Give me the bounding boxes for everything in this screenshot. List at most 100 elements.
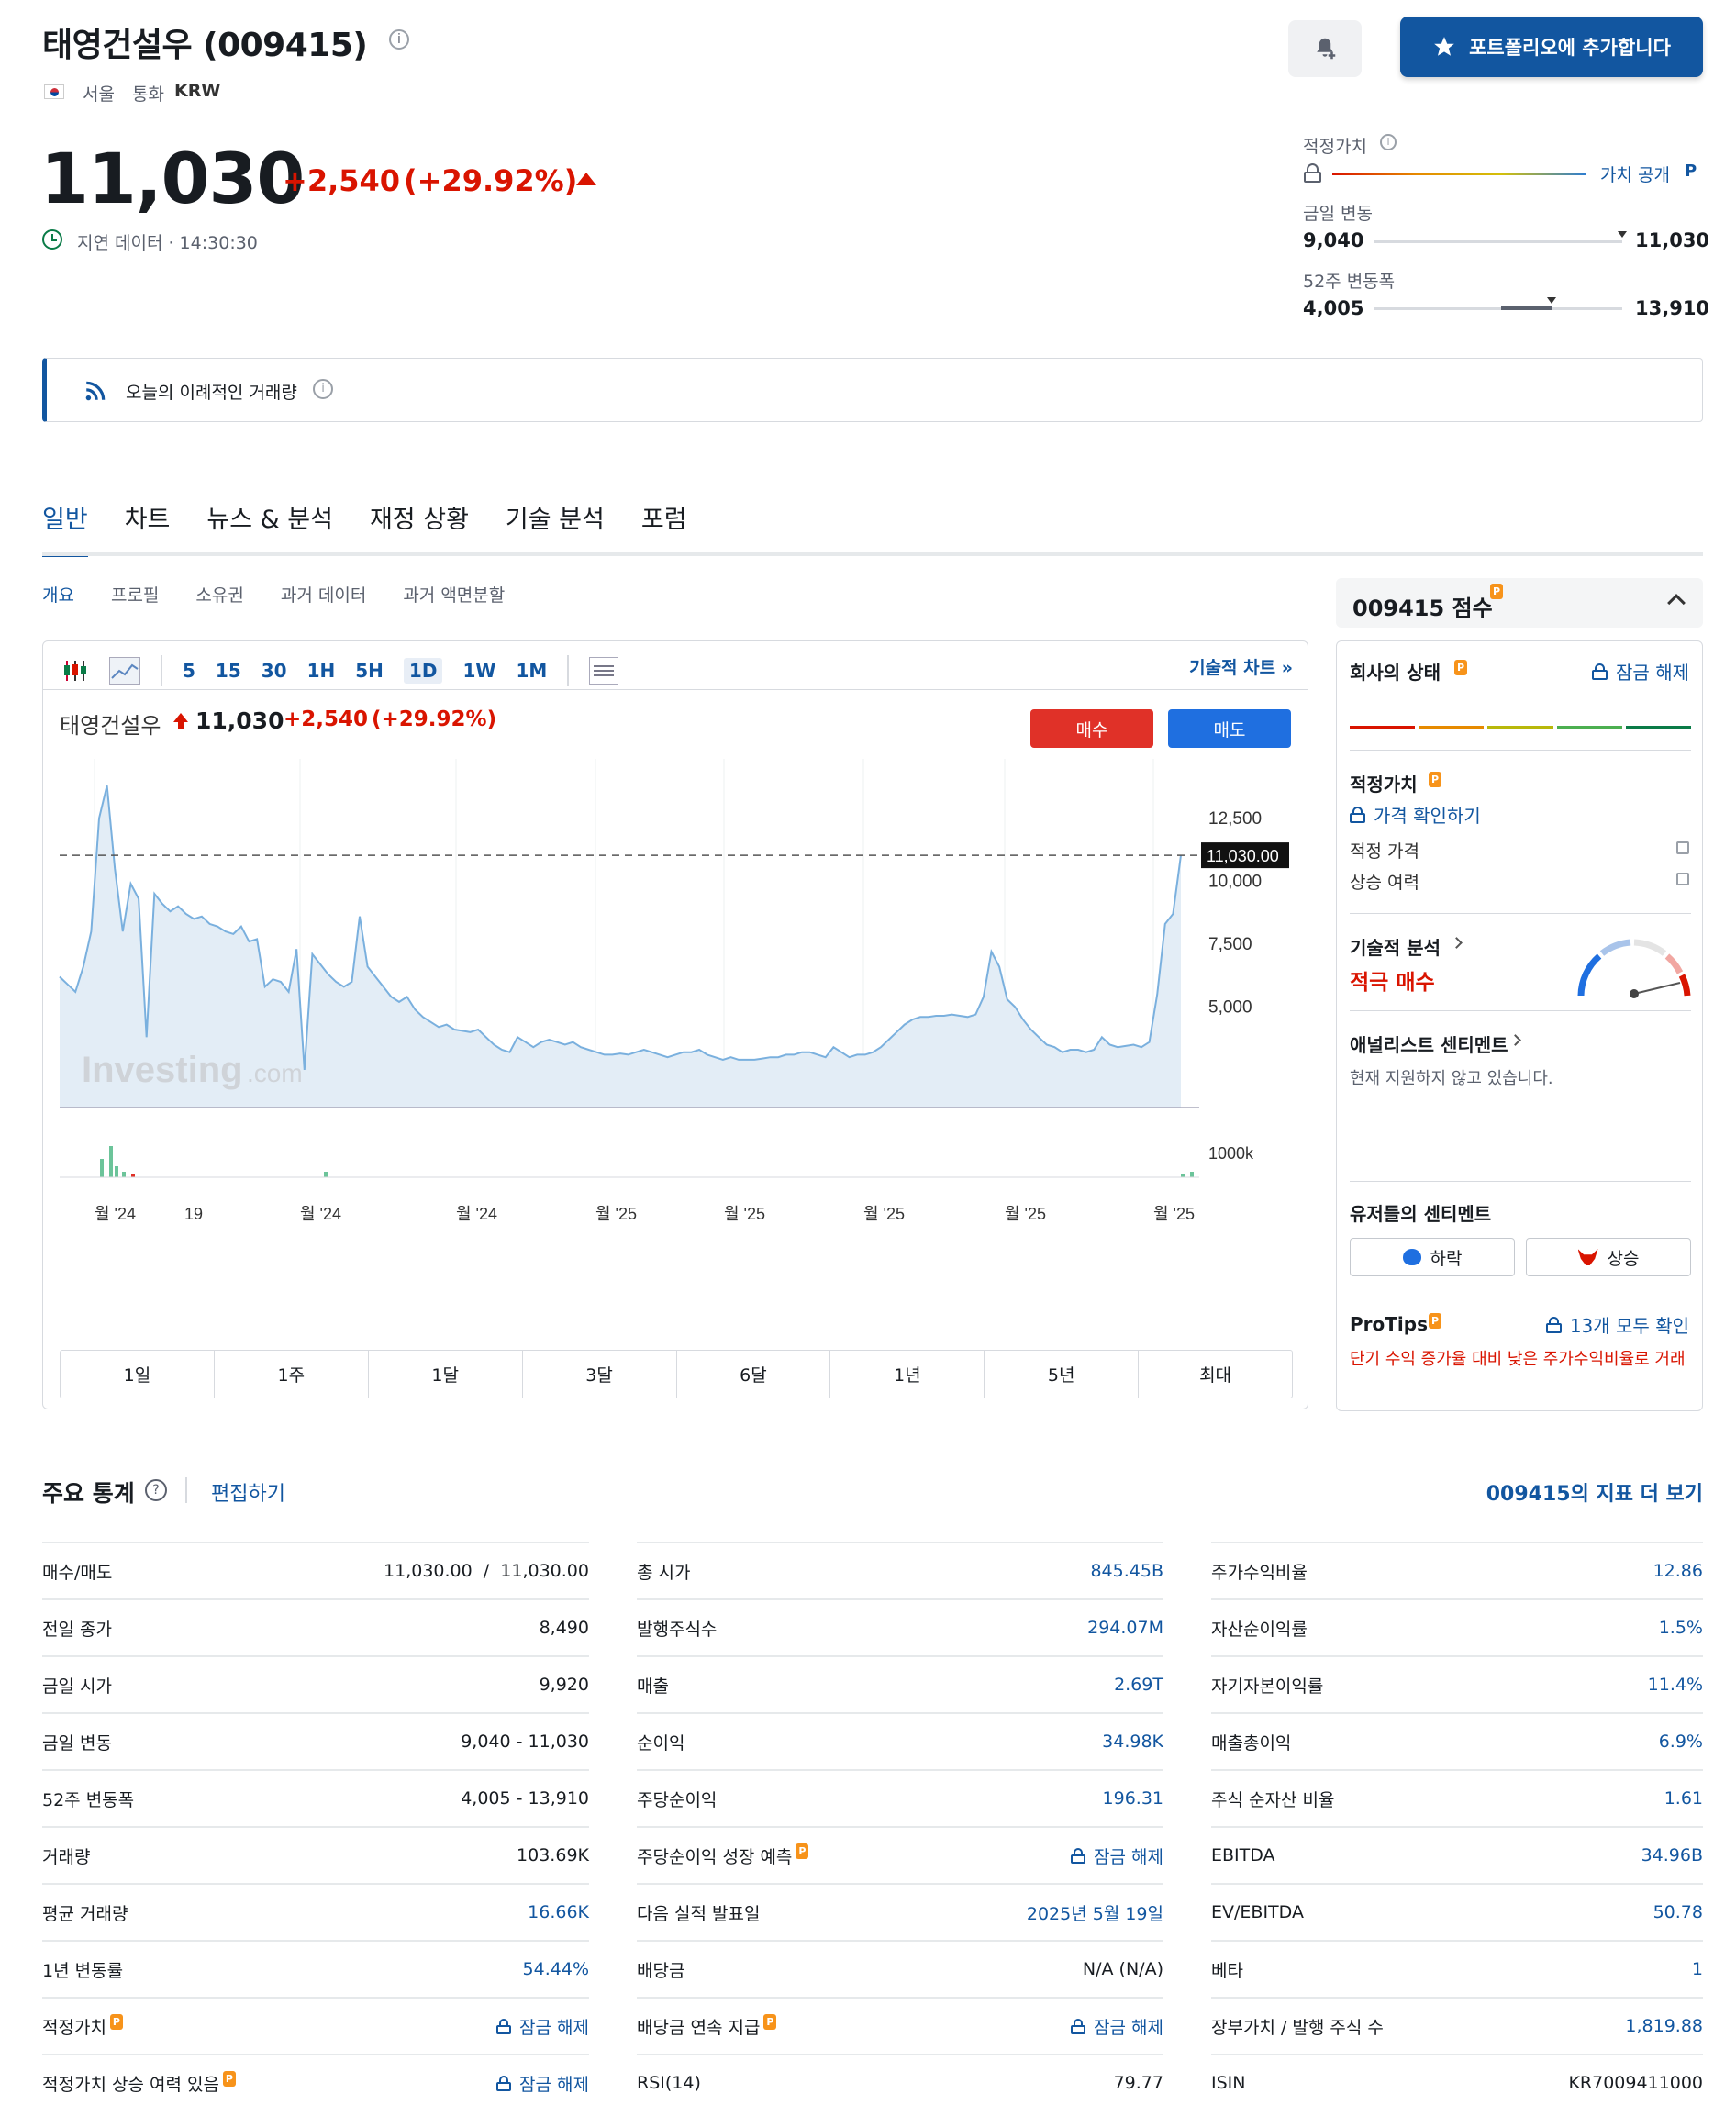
interval-1m[interactable]: 1M	[516, 660, 547, 682]
volume-bar	[1181, 1174, 1185, 1177]
tab-forum[interactable]: 포럼	[641, 499, 687, 555]
range-3m[interactable]: 3달	[523, 1351, 677, 1398]
lock-icon	[1303, 163, 1323, 184]
volume-bar	[131, 1174, 135, 1177]
chevron-right-icon[interactable]	[1509, 1034, 1521, 1046]
tab-general[interactable]: 일반	[42, 499, 88, 557]
table-view-icon[interactable]	[589, 657, 619, 685]
stat-label-text: 배당금 연속 지급	[637, 2017, 761, 2038]
range-5y[interactable]: 5년	[985, 1351, 1140, 1398]
stats-title: 주요 통계	[42, 1480, 135, 1507]
price-check-link[interactable]: 가격 확인하기	[1350, 801, 1481, 828]
score-header[interactable]: 009415 점수 P	[1336, 578, 1703, 628]
stat-row: 금일 변동 9,040 - 11,030	[42, 1712, 589, 1769]
week52-label: 52주 변동폭	[1303, 272, 1396, 292]
range-max[interactable]: 최대	[1139, 1351, 1292, 1398]
technical-label[interactable]: 기술적 분석	[1350, 933, 1441, 960]
interval-1h[interactable]: 1H	[307, 660, 336, 682]
volume-bar	[122, 1172, 126, 1177]
stat-value[interactable]: 1	[1692, 1959, 1703, 1979]
stat-value[interactable]: 16.66K	[528, 1902, 589, 1922]
subtab-historical-data[interactable]: 과거 데이터	[281, 582, 366, 607]
stat-value[interactable]: 잠금 해제	[1071, 2014, 1163, 2039]
tab-financials[interactable]: 재정 상황	[370, 499, 469, 555]
pro-icon: P	[1685, 161, 1697, 181]
stat-value[interactable]: 845.45B	[1090, 1561, 1163, 1581]
stat-value[interactable]: 1,819.88	[1625, 2016, 1703, 2036]
stat-label: 자기자본이익률	[1211, 1673, 1323, 1698]
chevron-up-icon[interactable]	[1667, 594, 1686, 612]
health-unlock-link[interactable]: 잠금 해제	[1592, 658, 1689, 685]
stat-label-text: 평균 거래량	[42, 1903, 128, 1924]
stat-value[interactable]: 11.4%	[1648, 1675, 1703, 1695]
info-icon[interactable]: i	[313, 379, 333, 399]
stat-row: EV/EBITDA 50.78	[1211, 1883, 1703, 1940]
subtab-profile[interactable]: 프로필	[111, 582, 159, 607]
delay-text: 지연 데이터 · 14:30:30	[77, 233, 258, 253]
range-1y[interactable]: 1년	[830, 1351, 985, 1398]
stat-value[interactable]: 1.61	[1664, 1788, 1703, 1809]
add-to-portfolio-button[interactable]: 포트폴리오에 추가합니다	[1400, 17, 1703, 77]
stat-value[interactable]: 12.86	[1653, 1561, 1703, 1581]
range-1w[interactable]: 1주	[215, 1351, 369, 1398]
stat-value[interactable]: 잠금 해제	[1071, 1843, 1163, 1868]
stat-value-text: 50.78	[1653, 1902, 1703, 1922]
price-change: +2,540	[283, 163, 401, 198]
lock-icon	[496, 2018, 512, 2034]
unusual-volume-banner[interactable]: 오늘의 이례적인 거래량 i	[42, 358, 1703, 422]
protips-all-link[interactable]: 13개 모두 확인	[1545, 1311, 1689, 1338]
stat-value[interactable]: 2025년 5월 19일	[1027, 1900, 1163, 1925]
interval-15[interactable]: 15	[216, 660, 241, 682]
tab-news[interactable]: 뉴스 & 분석	[206, 499, 333, 555]
technical-value: 적극 매수	[1350, 971, 1435, 995]
reveal-value-link[interactable]: 가치 공개	[1600, 161, 1670, 186]
stat-value[interactable]: 196.31	[1103, 1788, 1163, 1809]
more-metrics-link[interactable]: 009415의 지표 더 보기	[1486, 1477, 1703, 1507]
line-chart-icon[interactable]	[109, 657, 140, 685]
subtab-ownership[interactable]: 소유권	[195, 582, 243, 607]
bearish-button[interactable]: 하락	[1350, 1238, 1515, 1276]
subtab-splits[interactable]: 과거 액면분할	[403, 582, 505, 607]
stat-value[interactable]: 294.07M	[1087, 1618, 1163, 1638]
add-alert-button[interactable]	[1288, 20, 1362, 77]
chevron-right-icon[interactable]	[1451, 937, 1463, 949]
interval-1w[interactable]: 1W	[462, 660, 495, 682]
edit-stats-link[interactable]: 편집하기	[211, 1477, 285, 1507]
stat-value[interactable]: 34.98K	[1102, 1732, 1163, 1752]
range-1m[interactable]: 1달	[369, 1351, 523, 1398]
analyst-label[interactable]: 애널리스트 센티멘트	[1350, 1030, 1508, 1057]
stat-value: KR7009411000	[1568, 2073, 1703, 2093]
info-icon[interactable]: i	[1380, 134, 1397, 150]
stat-value[interactable]: 1.5%	[1659, 1618, 1703, 1638]
interval-30[interactable]: 30	[262, 660, 287, 682]
interval-5h[interactable]: 5H	[355, 660, 384, 682]
stat-value[interactable]: 2.69T	[1114, 1675, 1163, 1695]
help-icon[interactable]: ?	[145, 1479, 167, 1501]
info-icon[interactable]: i	[389, 29, 409, 50]
stat-value[interactable]: 잠금 해제	[496, 2014, 589, 2039]
stat-label-text: EV/EBITDA	[1211, 1902, 1304, 1922]
price-chart[interactable]: 12,500 10,000 7,500 5,000 Investing .com 11,03…	[43, 759, 1308, 1236]
subtab-overview[interactable]: 개요	[42, 582, 74, 607]
sell-button[interactable]: 매도	[1168, 709, 1291, 748]
buy-button[interactable]: 매수	[1030, 709, 1153, 748]
range-1d[interactable]: 1일	[61, 1351, 215, 1398]
technical-chart-link[interactable]: 기술적 차트 »	[1189, 654, 1293, 679]
tab-chart[interactable]: 차트	[125, 499, 171, 555]
stat-value[interactable]: 6.9%	[1659, 1732, 1703, 1752]
stat-value[interactable]: 34.96B	[1641, 1845, 1703, 1865]
stat-label: 평균 거래량	[42, 1900, 128, 1925]
lock-icon	[1350, 806, 1366, 823]
stat-value[interactable]: 50.78	[1653, 1902, 1703, 1922]
stat-value[interactable]: 54.44%	[523, 1959, 589, 1979]
protip-text[interactable]: 단기 수익 증가율 대비 낮은 주가수익비율로 거래	[1350, 1348, 1691, 1372]
candlestick-icon[interactable]	[61, 657, 89, 685]
interval-5[interactable]: 5	[183, 660, 195, 682]
range-6m[interactable]: 6달	[677, 1351, 831, 1398]
stat-label: 배당금	[637, 1957, 684, 1982]
stat-value[interactable]: 잠금 해제	[496, 2071, 589, 2096]
interval-1d[interactable]: 1D	[403, 658, 443, 684]
bullish-button[interactable]: 상승	[1526, 1238, 1691, 1276]
stat-label-text: 전일 종가	[42, 1619, 112, 1640]
tab-technical[interactable]: 기술 분석	[506, 499, 605, 555]
